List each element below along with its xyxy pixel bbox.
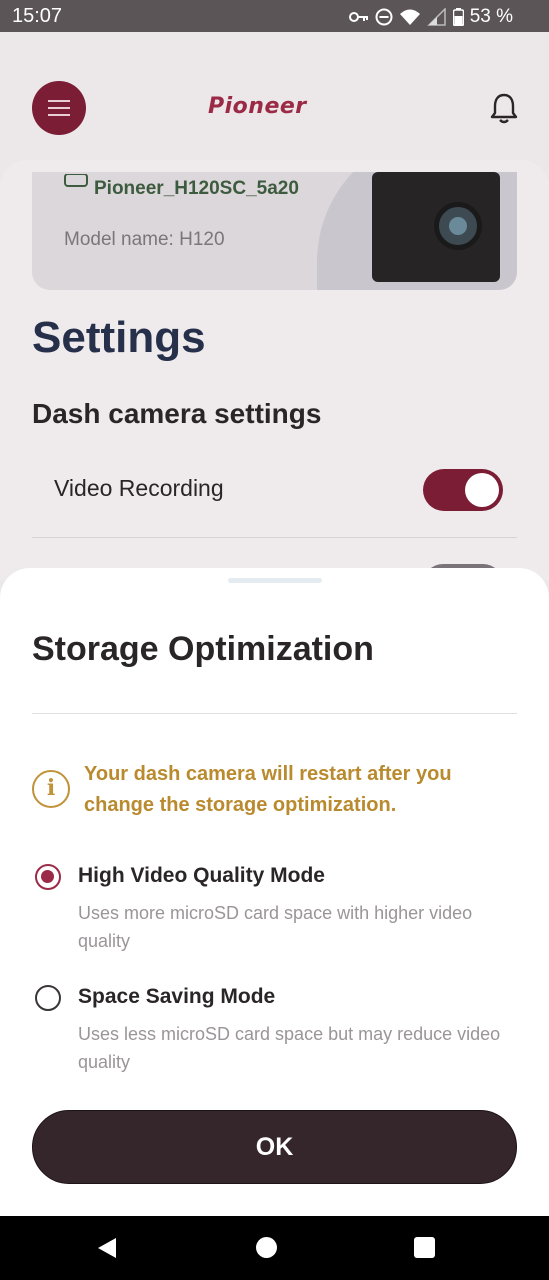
section-title: Dash camera settings — [32, 398, 322, 429]
camera-lens — [434, 202, 482, 250]
restart-warning-text: Your dash camera will restart after you … — [84, 763, 452, 816]
status-bar: 15:07 53 % — [0, 0, 549, 32]
battery-icon — [452, 8, 464, 26]
do-not-disturb-icon — [375, 8, 393, 26]
row-divider — [32, 537, 517, 538]
app-header: Pioneer — [0, 32, 549, 162]
high-quality-radio[interactable] — [35, 864, 61, 890]
video-recording-toggle[interactable] — [423, 469, 503, 511]
sheet-divider — [32, 713, 517, 714]
home-icon[interactable] — [256, 1237, 277, 1258]
navigation-bar — [0, 1216, 549, 1280]
menu-button[interactable] — [32, 81, 86, 135]
back-icon[interactable] — [96, 1236, 118, 1260]
status-icons: 53 % — [348, 6, 513, 28]
signal-icon — [426, 8, 446, 26]
dash-camera-image — [372, 172, 500, 282]
model-name: Model name: H120 — [64, 229, 225, 250]
high-quality-option-title[interactable]: High Video Quality Mode — [78, 864, 325, 888]
space-saving-radio[interactable] — [35, 985, 61, 1011]
recent-apps-icon[interactable] — [414, 1237, 435, 1258]
storage-optimization-sheet: Storage Optimization i Your dash camera … — [0, 568, 549, 1216]
info-icon: i — [32, 770, 70, 808]
status-time: 15:07 — [12, 5, 63, 27]
ok-button[interactable]: OK — [32, 1110, 517, 1184]
hamburger-icon — [48, 100, 70, 116]
toggle-knob — [465, 473, 499, 507]
video-recording-label: Video Recording — [54, 475, 224, 501]
link-icon — [64, 174, 88, 187]
device-name: Pioneer_H120SC_5a20 — [94, 178, 299, 199]
space-saving-option-description: Uses less microSD card space but may red… — [78, 1024, 501, 1072]
bell-icon[interactable] — [490, 92, 518, 124]
high-quality-option-description: Uses more microSD card space with higher… — [78, 903, 473, 951]
key-icon — [348, 12, 368, 22]
sheet-title: Storage Optimization — [32, 630, 374, 668]
wifi-icon — [399, 9, 420, 25]
sheet-drag-handle[interactable] — [228, 578, 322, 583]
space-saving-option-title[interactable]: Space Saving Mode — [78, 985, 275, 1009]
battery-percent: 53 % — [469, 6, 513, 27]
device-card[interactable]: Pioneer_H120SC_5a20 Model name: H120 — [32, 172, 517, 290]
pioneer-logo: Pioneer — [208, 94, 307, 119]
settings-title: Settings — [32, 313, 206, 362]
